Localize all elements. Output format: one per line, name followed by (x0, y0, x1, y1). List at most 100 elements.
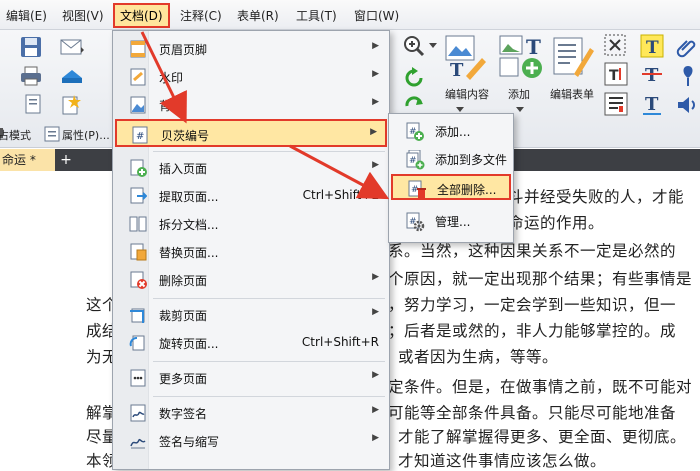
menu-item-rotate-pages[interactable]: 旋转页面... Ctrl+Shift+R (115, 329, 387, 357)
svg-text:T: T (645, 65, 659, 86)
document-line: 个原因，就一定出现那个结果；有些事情是 (388, 270, 693, 288)
submenu-item-add-to-multiple[interactable]: # 添加到多文件 (391, 146, 511, 172)
document-line: 斗并经受失败的人，才能 (508, 188, 685, 206)
add-icon[interactable]: T (498, 34, 546, 80)
zoom-dropdown-icon[interactable] (428, 42, 438, 50)
delete-all-bates-icon: # (408, 180, 426, 198)
zoom-in-icon[interactable] (402, 34, 426, 58)
menu-window[interactable]: 窗口(W) (354, 7, 399, 25)
print-icon[interactable] (20, 66, 42, 86)
edit-content-icon[interactable]: T (444, 34, 490, 80)
replace-pages-icon (130, 243, 147, 261)
submenu-item-label: 全部删除... (437, 183, 497, 197)
edit-form-icon[interactable] (552, 34, 596, 80)
document-line: ，努力学习，一定会学到一些知识，但一 (388, 296, 677, 314)
menu-item-label: 签名与缩写 (159, 435, 220, 449)
menu-item-label: 背景 (159, 99, 184, 113)
menu-item-label: 裁剪页面 (159, 309, 208, 323)
bates-numbering-submenu: # 添加... # 添加到多文件 # 全部删除... # 管理... (388, 113, 514, 243)
document-icon[interactable] (24, 94, 44, 116)
menu-item-insert-pages[interactable]: 插入页面 ▶ (115, 154, 387, 182)
save-icon[interactable] (20, 36, 42, 58)
add-dropdown-icon[interactable] (515, 106, 525, 114)
menu-document[interactable]: 文档(D) (113, 3, 170, 28)
menu-item-label: 替换页面... (159, 246, 219, 260)
email-icon[interactable] (60, 38, 84, 56)
menu-item-label: 更多页面 (159, 372, 208, 386)
properties-label[interactable]: 属性(P)... (62, 127, 110, 143)
svg-text:T: T (646, 38, 659, 58)
menu-item-label: 删除页面 (159, 274, 208, 288)
menu-item-extract-pages[interactable]: 提取页面... Ctrl+Shift+E (115, 182, 387, 210)
svg-text:T: T (645, 94, 659, 115)
multiline-field-icon[interactable] (604, 92, 628, 116)
document-line: 定条件。但是，在做事情之前，既不可能对 (388, 378, 693, 396)
menu-item-label: 旋转页面... (159, 337, 219, 351)
sound-icon[interactable] (676, 94, 698, 116)
menu-separator (153, 151, 385, 152)
edit-form-label[interactable]: 编辑表单 (550, 86, 594, 102)
attachment-icon[interactable] (676, 36, 698, 58)
submenu-item-delete-all[interactable]: # 全部删除... (391, 174, 511, 200)
menu-item-split-document[interactable]: 拆分文档... (115, 210, 387, 238)
menu-form[interactable]: 表单(R) (237, 7, 279, 25)
menu-item-shortcut: Ctrl+Shift+E (302, 188, 379, 202)
rotate-pages-icon (129, 335, 145, 351)
document-tab[interactable]: 命运 * (0, 149, 55, 171)
text-field-icon[interactable]: T (604, 62, 628, 86)
submenu-item-label: 添加... (435, 125, 471, 139)
extract-pages-icon (130, 187, 147, 204)
rotate-icon[interactable] (402, 66, 426, 90)
highlight-text-icon[interactable]: T (640, 34, 664, 58)
menu-tools[interactable]: 工具(T) (296, 7, 337, 25)
mode-label[interactable]: 占模式 (0, 127, 31, 143)
menu-item-watermark[interactable]: 水印 ▶ (115, 63, 387, 91)
menu-comment[interactable]: 注释(C) (180, 7, 222, 25)
document-line: 才知道这件事情应该怎么做。 (398, 452, 607, 470)
menu-edit[interactable]: 编辑(E) (6, 7, 47, 25)
manage-bates-icon: # (406, 212, 425, 232)
menu-item-header-footer[interactable]: 页眉页脚 ▶ (115, 35, 387, 63)
select-field-icon[interactable] (604, 34, 626, 56)
menu-item-more-pages[interactable]: 更多页面 ▶ (115, 364, 387, 392)
svg-text:T: T (609, 68, 619, 84)
submenu-item-manage[interactable]: # 管理... (391, 208, 511, 234)
menu-item-digital-signature[interactable]: 数字签名 ▶ (115, 399, 387, 427)
document-line: ；后者是或然的，非人力能够掌控的。成 (388, 322, 677, 340)
menu-separator (153, 361, 385, 362)
header-footer-icon (130, 40, 146, 58)
new-tab-button[interactable]: + (58, 152, 74, 168)
menu-separator (153, 298, 385, 299)
pin-icon[interactable] (678, 64, 698, 88)
menu-item-delete-pages[interactable]: 删除页面 ▶ (115, 266, 387, 294)
sign-initials-icon (130, 438, 146, 449)
delete-pages-icon (130, 271, 147, 289)
properties-icon[interactable] (44, 126, 60, 142)
menu-item-label: 拆分文档... (159, 218, 219, 232)
menu-view[interactable]: 视图(V) (62, 7, 104, 25)
menu-item-background[interactable]: 背景 ▶ (115, 91, 387, 119)
menu-item-bates-numbering[interactable]: # 贝茨编号 ▶ (115, 119, 387, 147)
submenu-item-label: 管理... (435, 215, 471, 229)
menu-item-sign-initials[interactable]: 签名与缩写 ▶ (115, 427, 387, 455)
submenu-arrow-icon: ▶ (372, 433, 379, 443)
menu-item-replace-pages[interactable]: 替换页面... (115, 238, 387, 266)
document-line: 或者因为生病，等等。 (398, 348, 559, 366)
document-line: 命运的作用。 (508, 214, 605, 232)
submenu-item-add[interactable]: # 添加... (391, 118, 511, 144)
edit-content-label[interactable]: 编辑内容 (445, 86, 489, 102)
menu-item-crop-pages[interactable]: 裁剪页面 ▶ (115, 301, 387, 329)
new-document-icon[interactable] (60, 94, 82, 116)
submenu-arrow-icon: ▶ (370, 127, 377, 137)
svg-text:#: # (409, 217, 417, 227)
add-label[interactable]: 添加 (508, 86, 530, 102)
crop-pages-icon (130, 308, 145, 323)
underline-text-icon[interactable]: T (640, 92, 664, 116)
split-document-icon (129, 216, 147, 232)
submenu-arrow-icon: ▶ (372, 97, 379, 107)
scan-icon[interactable] (60, 66, 84, 86)
strikeout-text-icon[interactable]: T (640, 62, 664, 86)
submenu-arrow-icon: ▶ (372, 405, 379, 415)
submenu-arrow-icon: ▶ (372, 160, 379, 170)
refresh-icon[interactable] (402, 94, 426, 114)
